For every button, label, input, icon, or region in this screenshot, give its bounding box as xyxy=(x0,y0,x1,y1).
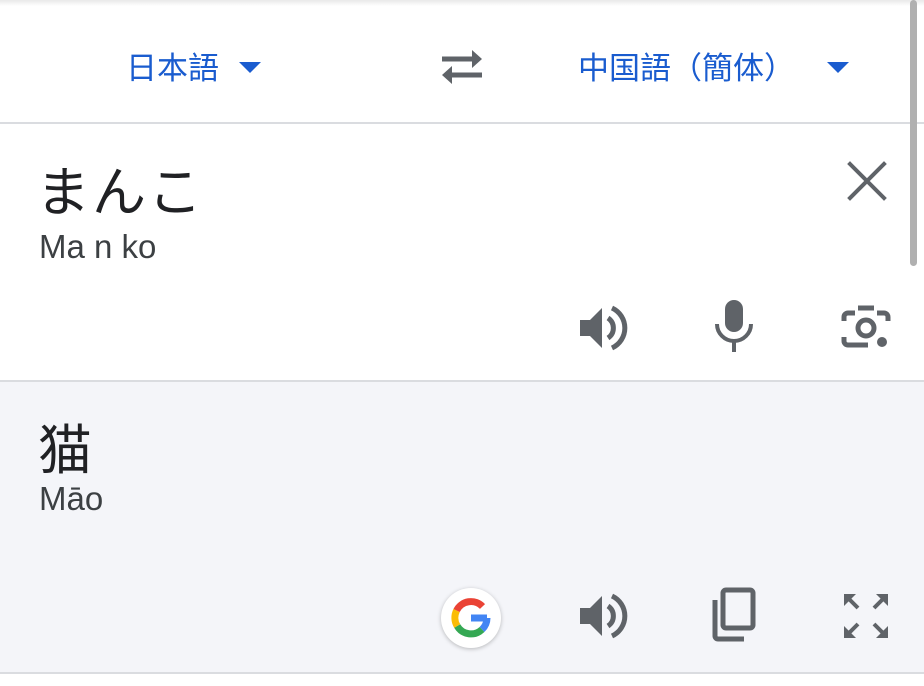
top-shadow xyxy=(0,0,924,6)
copy-icon xyxy=(712,587,756,642)
microphone-button[interactable] xyxy=(706,298,762,354)
swap-languages-icon xyxy=(442,50,482,84)
source-speaker-button[interactable] xyxy=(574,300,630,356)
fullscreen-icon xyxy=(844,594,888,638)
scrollbar[interactable] xyxy=(910,0,917,266)
chevron-down-icon xyxy=(239,61,261,73)
google-button[interactable] xyxy=(441,588,501,648)
swap-languages-button[interactable] xyxy=(436,42,488,90)
source-panel[interactable]: まんこ Ma n ko xyxy=(0,124,924,382)
fullscreen-button[interactable] xyxy=(838,588,894,644)
clear-button[interactable] xyxy=(844,158,890,204)
source-language-button[interactable]: 日本語 xyxy=(126,38,261,92)
camera-lens-icon xyxy=(841,305,891,348)
target-speaker-button[interactable] xyxy=(574,588,630,644)
close-icon xyxy=(847,161,887,201)
source-transliteration: Ma n ko xyxy=(39,228,157,265)
speaker-icon xyxy=(580,305,628,351)
source-text[interactable]: まんこ xyxy=(36,148,204,227)
translate-screen: 日本語 中国語（簡体） まんこ Ma n ko 猫 Māo xyxy=(0,0,924,686)
google-logo-icon xyxy=(451,598,491,638)
translated-transliteration: Māo xyxy=(39,480,104,517)
speaker-icon xyxy=(580,593,628,639)
translation-panel: 猫 Māo xyxy=(0,382,924,674)
translated-text: 猫 xyxy=(38,419,92,482)
microphone-icon xyxy=(715,300,753,352)
camera-button[interactable] xyxy=(838,300,894,356)
target-language-label: 中国語（簡体） xyxy=(578,50,795,87)
target-language-button[interactable]: 中国語（簡体） xyxy=(578,38,849,92)
language-bar: 日本語 中国語（簡体） xyxy=(0,0,924,124)
source-language-label: 日本語 xyxy=(126,50,219,87)
copy-button[interactable] xyxy=(706,586,762,642)
chevron-down-icon xyxy=(827,61,849,73)
